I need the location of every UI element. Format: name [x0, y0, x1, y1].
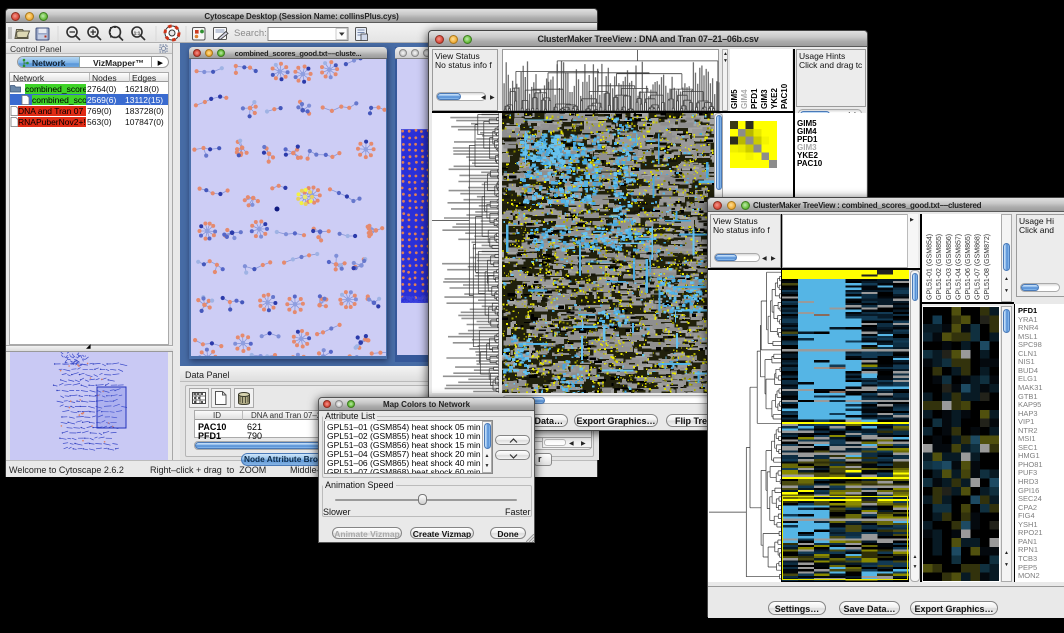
svg-text:PAC10: PAC10	[780, 83, 789, 109]
svg-text:PFD1: PFD1	[750, 88, 759, 109]
svg-text:GPL51‑07 (GSM868): GPL51‑07 (GSM868)	[975, 234, 982, 300]
svg-text:GPL51‑02 (GSM855): GPL51‑02 (GSM855)	[936, 234, 943, 300]
svg-text:1:1: 1:1	[134, 31, 141, 36]
svg-text:GPL51‑06 (GSM865): GPL51‑06 (GSM865)	[965, 234, 972, 300]
svg-text:Search:: Search:	[234, 28, 267, 39]
svg-text:GIM5: GIM5	[730, 89, 739, 109]
svg-text:GPL51‑04 (GSM857): GPL51‑04 (GSM857)	[955, 234, 962, 300]
svg-text:GPL51‑08 (GSM872): GPL51‑08 (GSM872)	[984, 234, 991, 300]
svg-text:GPL51‑01 (GSM854): GPL51‑01 (GSM854)	[927, 234, 934, 300]
svg-text:GIM3: GIM3	[760, 89, 769, 109]
svg-text:GIM4: GIM4	[740, 89, 749, 109]
svg-text:YKE2: YKE2	[770, 88, 779, 109]
svg-text:GPL51‑03 (GSM856): GPL51‑03 (GSM856)	[946, 234, 953, 300]
